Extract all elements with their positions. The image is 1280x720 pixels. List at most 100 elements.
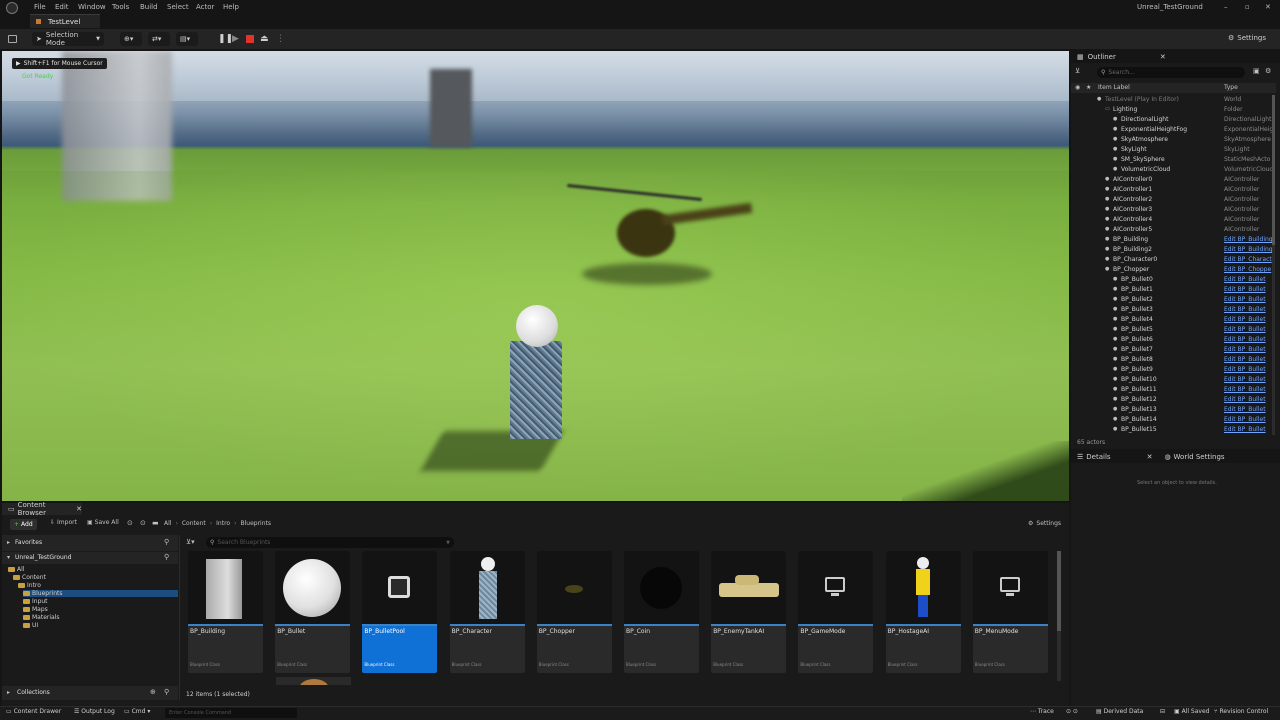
toolbar-settings-button[interactable]: ⚙ Settings [1228,34,1266,42]
folder-item[interactable]: Intro [18,582,41,589]
asset-tile[interactable]: BP_BulletPool Blueprint Class [362,551,438,673]
folder-item[interactable]: UI [23,622,38,629]
outliner-row[interactable]: ● BP_Bullet1 Edit BP_Bullet [1071,285,1276,295]
unreal-logo-icon[interactable] [6,2,18,14]
outliner-row[interactable]: ● BP_Building2 Edit BP_Building [1071,245,1276,255]
outliner-row[interactable]: ● BP_Bullet9 Edit BP_Bullet [1071,365,1276,375]
edit-blueprint-link[interactable]: Edit BP_Bullet [1224,346,1276,353]
asset-tile[interactable]: BP_Bullet Blueprint Class [275,551,351,673]
folder-item[interactable]: Materials [23,614,60,621]
outliner-row[interactable]: ▭ Lighting Folder [1071,105,1276,115]
asset-tile-partial[interactable] [276,677,351,685]
content-drawer-button[interactable]: ▭ Content Drawer [6,708,61,715]
project-header[interactable]: ▾ Unreal_TestGround ⚲ [2,552,178,564]
edit-blueprint-link[interactable]: Edit BP_Choppe [1224,266,1276,273]
edit-blueprint-link[interactable]: Edit BP_Bullet [1224,406,1276,413]
outliner-row[interactable]: ● AIController2 AIController [1071,195,1276,205]
favorites-header[interactable]: ▸ Favorites ⚲ [2,535,178,551]
outliner-row[interactable]: ● BP_Building Edit BP_Building [1071,235,1276,245]
folder-item[interactable]: Blueprints [23,590,178,597]
outliner-row[interactable]: ● BP_Bullet11 Edit BP_Bullet [1071,385,1276,395]
asset-tile[interactable]: BP_Chopper Blueprint Class [536,551,612,673]
edit-blueprint-link[interactable]: Edit BP_Bullet [1224,296,1276,303]
outliner-row[interactable]: ● BP_Bullet0 Edit BP_Bullet [1071,275,1276,285]
eye-icon[interactable]: ◉ [1075,84,1080,91]
blueprint-menu-button[interactable]: ⇄▾ [148,32,170,46]
menu-edit[interactable]: Edit [55,3,69,11]
outliner-settings-icon[interactable]: ⚙ [1265,67,1271,75]
edit-blueprint-link[interactable]: Edit BP_Bullet [1224,416,1276,423]
status-icons[interactable]: ⊙ ⊙ [1066,708,1078,715]
crumb-content[interactable]: Content [182,520,206,527]
outliner-scrollbar[interactable] [1272,95,1275,435]
edit-blueprint-link[interactable]: Edit BP_Building [1224,246,1276,253]
outliner-row[interactable]: ● BP_Chopper Edit BP_Choppe [1071,265,1276,275]
minimize-icon[interactable]: – [1224,3,1228,11]
edit-blueprint-link[interactable]: Edit BP_Bullet [1224,396,1276,403]
outliner-row[interactable]: ● AIController0 AIController [1071,175,1276,185]
cinematics-button[interactable]: ▤▾ [176,32,198,46]
tab-details[interactable]: Details [1086,453,1110,461]
pause-icon[interactable]: ❚❚ [218,34,233,44]
outliner-row[interactable]: ● BP_Bullet15 Edit BP_Bullet [1071,425,1276,435]
collections-search-icon[interactable]: ⚲ [164,688,169,696]
maximize-icon[interactable]: ▫ [1245,3,1250,11]
outliner-row[interactable]: ● BP_Bullet10 Edit BP_Bullet [1071,375,1276,385]
edit-blueprint-link[interactable]: Edit BP_Bullet [1224,426,1276,433]
asset-scrollbar[interactable] [1057,551,1061,681]
menu-actor[interactable]: Actor [196,3,214,11]
history-forward-icon[interactable]: ⊙ [140,519,146,527]
stop-icon[interactable] [246,35,254,43]
folder-root-icon[interactable]: ▬ [152,519,159,527]
content-browser-tab[interactable]: ▭ Content Browser ✕ [2,501,82,517]
trace-button[interactable]: ⋯ Trace [1030,708,1054,715]
folder-item[interactable]: All [8,566,24,573]
revision-control-button[interactable]: ⑂ Revision Control [1214,708,1268,715]
outliner-row[interactable]: ● BP_Bullet12 Edit BP_Bullet [1071,395,1276,405]
item-label-column[interactable]: Item Label [1098,84,1130,91]
asset-tile[interactable]: BP_EnemyTankAI Blueprint Class [711,551,787,673]
asset-tile[interactable]: BP_HostageAI Blueprint Class [885,551,961,673]
outliner-row[interactable]: ● BP_Bullet8 Edit BP_Bullet [1071,355,1276,365]
outliner-close-icon[interactable]: ✕ [1160,53,1166,61]
asset-tile[interactable]: BP_Building Blueprint Class [188,551,263,673]
folder-item[interactable]: Maps [23,606,48,613]
outliner-row[interactable]: ● TestLevel (Play In Editor) World [1071,95,1276,105]
all-saved-button[interactable]: ▣ All Saved [1174,708,1209,715]
outliner-row[interactable]: ● AIController1 AIController [1071,185,1276,195]
tab-world-settings[interactable]: World Settings [1174,453,1225,461]
edit-blueprint-link[interactable]: Edit BP_Bullet [1224,276,1276,283]
outliner-row[interactable]: ● ExponentialHeightFog ExponentialHeig [1071,125,1276,135]
edit-blueprint-link[interactable]: Edit BP_Bullet [1224,386,1276,393]
outliner-row[interactable]: ● DirectionalLight DirectionalLight [1071,115,1276,125]
output-log-button[interactable]: ☰ Output Log [74,708,115,715]
edit-blueprint-link[interactable]: Edit BP_Charact [1224,256,1276,263]
save-icon[interactable] [8,35,17,43]
cb-settings-button[interactable]: ⚙ Settings [1028,520,1061,527]
asset-filter-icon[interactable]: ⊻▾ [186,538,195,546]
project-search-icon[interactable]: ⚲ [164,553,169,561]
outliner-row[interactable]: ● SkyLight SkyLight [1071,145,1276,155]
type-column[interactable]: Type [1224,84,1238,91]
console-input[interactable]: Enter Console Command [165,708,297,718]
outliner-row[interactable]: ● AIController4 AIController [1071,215,1276,225]
tab-testlevel[interactable]: TestLevel [30,14,100,28]
edit-blueprint-link[interactable]: Edit BP_Bullet [1224,376,1276,383]
edit-blueprint-link[interactable]: Edit BP_Bullet [1224,366,1276,373]
outliner-search-input[interactable]: ⚲ Search... [1097,67,1245,78]
outliner-row[interactable]: ● VolumetricCloud VolumetricCloud [1071,165,1276,175]
details-close-icon[interactable]: ✕ [1147,453,1153,461]
favorites-search-icon[interactable]: ⚲ [164,538,169,546]
outliner-row[interactable]: ● BP_Character0 Edit BP_Charact [1071,255,1276,265]
menu-select[interactable]: Select [167,3,189,11]
menu-build[interactable]: Build [140,3,158,11]
splitter[interactable] [179,535,180,700]
import-button[interactable]: ⇩ Import [50,519,77,526]
asset-tile[interactable]: BP_Character Blueprint Class [449,551,525,673]
edit-blueprint-link[interactable]: Edit BP_Bullet [1224,326,1276,333]
edit-blueprint-link[interactable]: Edit BP_Bullet [1224,356,1276,363]
edit-blueprint-link[interactable]: Edit BP_Bullet [1224,316,1276,323]
cb-close-icon[interactable]: ✕ [76,505,82,513]
folder-item[interactable]: Input [23,598,48,605]
outliner-row[interactable]: ● SM_SkySphere StaticMeshActo [1071,155,1276,165]
